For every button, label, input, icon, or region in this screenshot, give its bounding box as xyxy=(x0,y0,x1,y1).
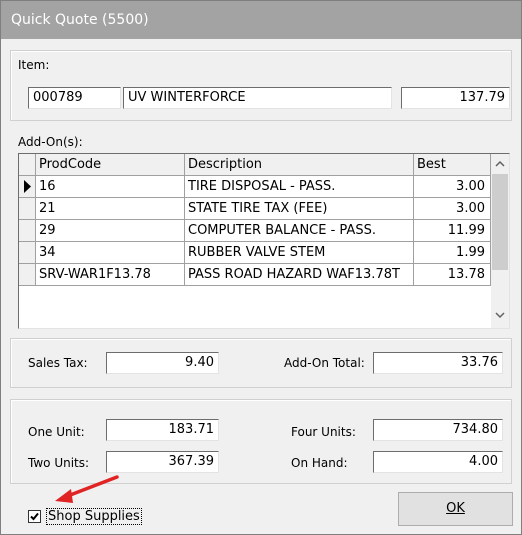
on-hand-label: On Hand: xyxy=(291,456,348,470)
row-selector[interactable] xyxy=(19,242,36,264)
column-header-best[interactable]: Best xyxy=(414,154,491,176)
addon-total-field[interactable]: 33.76 xyxy=(373,352,503,374)
scroll-down-icon[interactable] xyxy=(494,310,506,320)
quick-quote-window: Quick Quote (5500) Item: 000789 UV WINTE… xyxy=(0,0,522,535)
row-selector[interactable] xyxy=(19,220,36,242)
window-title: Quick Quote (5500) xyxy=(11,12,149,28)
row-selector[interactable] xyxy=(19,264,36,286)
column-header-prodcode[interactable]: ProdCode xyxy=(36,154,185,176)
row-selector[interactable] xyxy=(19,198,36,220)
addons-label: Add-On(s): xyxy=(18,135,83,149)
description-cell[interactable]: PASS ROAD HAZARD WAF13.78T xyxy=(185,264,414,286)
scroll-thumb[interactable] xyxy=(492,174,508,270)
best-cell[interactable]: 3.00 xyxy=(414,198,491,220)
item-name-field[interactable]: UV WINTERFORCE xyxy=(123,87,392,109)
item-group xyxy=(10,50,512,121)
description-cell[interactable]: STATE TIRE TAX (FEE) xyxy=(185,198,414,220)
two-units-field[interactable]: 367.39 xyxy=(106,451,219,473)
shop-supplies-checkbox[interactable] xyxy=(28,510,41,523)
checkmark-icon xyxy=(30,512,39,521)
prodcode-cell[interactable]: 21 xyxy=(36,198,185,220)
description-cell[interactable]: RUBBER VALVE STEM xyxy=(185,242,414,264)
ok-button-label: OK xyxy=(446,501,465,516)
ok-button[interactable]: OK xyxy=(398,492,513,526)
prodcode-cell[interactable]: 16 xyxy=(36,176,185,198)
best-cell[interactable]: 1.99 xyxy=(414,242,491,264)
grid-vertical-scrollbar[interactable] xyxy=(491,154,509,328)
on-hand-field[interactable]: 4.00 xyxy=(373,451,503,473)
item-label: Item: xyxy=(18,58,50,72)
best-cell[interactable]: 13.78 xyxy=(414,264,491,286)
description-cell[interactable]: TIRE DISPOSAL - PASS. xyxy=(185,176,414,198)
prodcode-cell[interactable]: SRV-WAR1F13.78 xyxy=(36,264,185,286)
shop-supplies-label[interactable]: Shop Supplies xyxy=(46,508,142,525)
addons-grid[interactable]: ProdCode Description Best 16 TIRE DISPOS… xyxy=(18,153,510,329)
description-cell[interactable]: COMPUTER BALANCE - PASS. xyxy=(185,220,414,242)
scroll-up-icon[interactable] xyxy=(494,159,506,169)
one-unit-field[interactable]: 183.71 xyxy=(106,419,219,441)
item-price-field[interactable]: 137.79 xyxy=(401,87,510,109)
one-unit-label: One Unit: xyxy=(28,425,85,439)
item-code-field[interactable]: 000789 xyxy=(28,87,121,109)
prodcode-cell[interactable]: 34 xyxy=(36,242,185,264)
grid-corner xyxy=(19,154,36,176)
four-units-field[interactable]: 734.80 xyxy=(373,419,503,441)
prodcode-cell[interactable]: 29 xyxy=(36,220,185,242)
addon-total-label: Add-On Total: xyxy=(284,356,365,370)
row-selector[interactable] xyxy=(19,176,36,198)
best-cell[interactable]: 11.99 xyxy=(414,220,491,242)
four-units-label: Four Units: xyxy=(291,425,356,439)
best-cell[interactable]: 3.00 xyxy=(414,176,491,198)
sales-tax-label: Sales Tax: xyxy=(28,356,88,370)
sales-tax-field[interactable]: 9.40 xyxy=(106,352,219,374)
two-units-label: Two Units: xyxy=(28,456,90,470)
title-bar[interactable]: Quick Quote (5500) xyxy=(1,1,521,39)
column-header-description[interactable]: Description xyxy=(185,154,414,176)
current-row-arrow-icon xyxy=(24,180,31,193)
annotation-arrow-icon xyxy=(55,475,119,503)
